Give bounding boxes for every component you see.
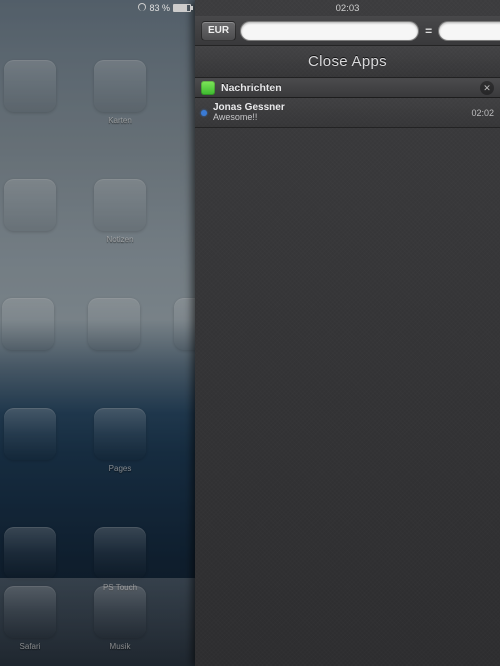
app-icon[interactable]: Notizen bbox=[92, 179, 148, 244]
status-bar-right: 02:03 bbox=[195, 0, 500, 16]
lock-icon bbox=[138, 3, 146, 11]
unread-dot-icon bbox=[201, 110, 207, 116]
app-icon[interactable] bbox=[2, 179, 58, 244]
dock-app[interactable]: Musik bbox=[92, 586, 148, 651]
battery-percentage: 83 % bbox=[149, 3, 170, 13]
status-bar-left: 83 % bbox=[0, 0, 195, 16]
close-apps-button[interactable]: Close Apps bbox=[195, 46, 500, 78]
battery-icon bbox=[173, 4, 191, 12]
messages-icon bbox=[201, 81, 215, 95]
app-icon[interactable] bbox=[2, 527, 58, 592]
dock: Safari Musik bbox=[0, 578, 195, 666]
app-icon[interactable] bbox=[88, 298, 140, 354]
notification-section-header[interactable]: Nachrichten ✕ bbox=[195, 78, 500, 98]
notification-message: Awesome!! bbox=[213, 113, 465, 123]
notification-panel[interactable]: 02:03 EUR = AUD Close Apps Nachrichten ✕… bbox=[195, 0, 500, 666]
app-icon[interactable] bbox=[2, 408, 58, 473]
currency-converter: EUR = AUD bbox=[195, 16, 500, 46]
app-icon[interactable]: Pages bbox=[92, 408, 148, 473]
app-icon[interactable]: PS Touch bbox=[92, 527, 148, 592]
currency-from-input[interactable] bbox=[240, 21, 419, 41]
app-icon[interactable] bbox=[2, 60, 58, 125]
app-icon[interactable] bbox=[2, 298, 54, 354]
dock-app[interactable]: Safari bbox=[2, 586, 58, 651]
app-icon[interactable]: Karten bbox=[92, 60, 148, 125]
clear-section-button[interactable]: ✕ bbox=[480, 81, 494, 95]
notification-item[interactable]: Jonas Gessner Awesome!! 02:02 bbox=[195, 98, 500, 128]
currency-from-button[interactable]: EUR bbox=[201, 21, 236, 41]
app-grid: Karten Notizen Pages PS Touch bbox=[0, 60, 195, 576]
section-title: Nachrichten bbox=[221, 82, 474, 94]
clock: 02:03 bbox=[336, 3, 360, 14]
home-screen: 83 % Karten Notizen Pages PS Touch Safar… bbox=[0, 0, 195, 666]
equals-label: = bbox=[423, 24, 434, 38]
currency-to-input[interactable] bbox=[438, 21, 500, 41]
notification-time: 02:02 bbox=[471, 108, 494, 118]
